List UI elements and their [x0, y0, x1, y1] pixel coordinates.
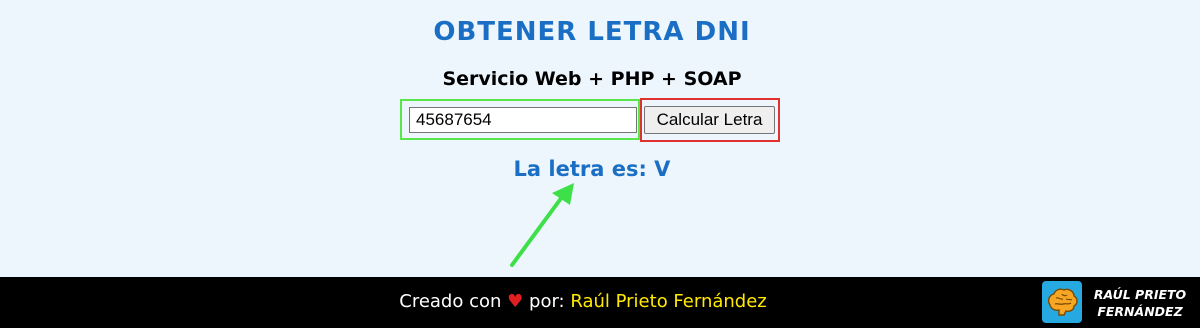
input-highlight-box	[400, 99, 640, 140]
main-content: OBTENER LETRA DNI Servicio Web + PHP + S…	[0, 0, 1200, 277]
logo-line-1: RAÚL PRIETO	[1093, 287, 1187, 302]
calcular-letra-button[interactable]: Calcular Letra	[644, 106, 775, 134]
footer-credit: Creado con ♥ por: Raúl Prieto Fernández	[0, 291, 1166, 312]
button-highlight-box: Calcular Letra	[640, 98, 780, 142]
logo-line-2: FERNÁNDEZ	[1097, 304, 1183, 319]
author-link[interactable]: Raúl Prieto Fernández	[570, 291, 766, 312]
heart-icon: ♥	[507, 291, 524, 312]
page-subtitle: Servicio Web + PHP + SOAP	[442, 68, 742, 90]
logo-text: RAÚL PRIETO FERNÁNDEZ	[1088, 286, 1192, 320]
footer: Creado con ♥ por: Raúl Prieto Fernández …	[0, 277, 1200, 328]
created-with-text: Creado con	[399, 291, 502, 312]
brain-logo-icon	[1042, 281, 1082, 323]
dni-input[interactable]	[409, 107, 637, 133]
page-title: OBTENER LETRA DNI	[433, 17, 751, 47]
result-text: La letra es: V	[513, 157, 671, 181]
por-text: por:	[529, 291, 565, 312]
